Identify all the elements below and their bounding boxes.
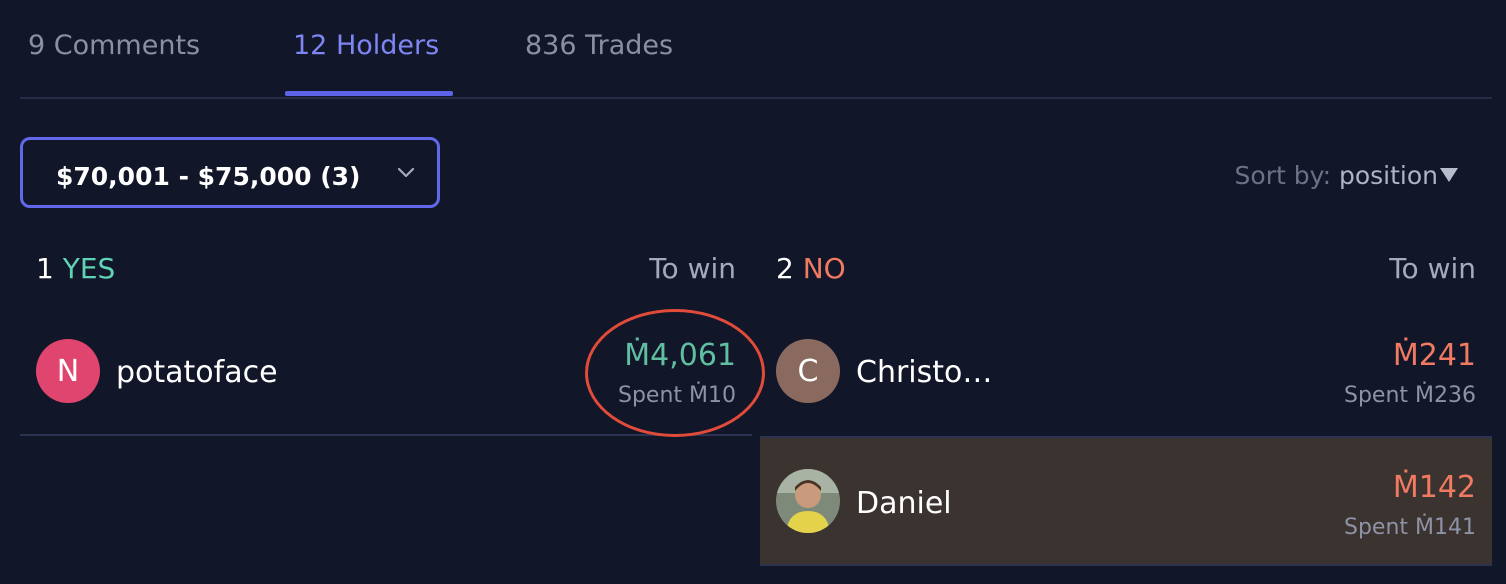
photo-avatar[interactable] — [776, 469, 840, 533]
spent-amount: Spent Ṁ236 — [1344, 383, 1476, 408]
tab-holders[interactable]: 12 Holders — [293, 30, 439, 61]
range-filter-value: $70,001 - $75,000 (3) — [56, 162, 361, 191]
no-count: 2 — [776, 252, 794, 285]
sort-value: position — [1338, 161, 1438, 190]
tab-bar: 9 Comments 12 Holders 836 Trades — [20, 0, 1492, 99]
tab-trades[interactable]: 836 Trades — [525, 30, 673, 61]
person-photo-icon — [776, 469, 840, 533]
yes-to-win-header: To win — [649, 252, 736, 285]
holder-name[interactable]: Daniel — [856, 486, 952, 521]
holder-name[interactable]: Christo… — [856, 355, 992, 390]
caret-down-icon[interactable] — [1440, 168, 1458, 182]
to-win-amount: Ṁ4,061 — [624, 338, 736, 373]
holder-row[interactable]: N potatoface Ṁ4,061 Spent Ṁ10 — [20, 310, 752, 436]
spent-amount: Spent Ṁ10 — [617, 383, 736, 408]
chevron-down-icon — [397, 167, 415, 178]
avatar[interactable]: N — [36, 339, 100, 403]
yes-column-header: 1 YES — [36, 252, 115, 285]
spent-amount: Spent Ṁ141 — [1344, 515, 1476, 540]
to-win-amount: Ṁ142 — [1392, 470, 1476, 505]
no-to-win-header: To win — [1389, 252, 1476, 285]
holder-row-highlighted[interactable]: Daniel Ṁ142 Spent Ṁ141 — [760, 436, 1492, 566]
to-win-amount: Ṁ241 — [1392, 338, 1476, 373]
tab-comments[interactable]: 9 Comments — [28, 30, 200, 61]
avatar[interactable]: C — [776, 339, 840, 403]
holder-name[interactable]: potatoface — [116, 355, 278, 390]
sort-control[interactable]: Sort by: position — [1235, 161, 1438, 190]
yes-label: YES — [62, 252, 116, 285]
sort-prefix: Sort by: — [1234, 161, 1332, 190]
yes-count: 1 — [36, 252, 54, 285]
active-tab-indicator — [285, 91, 453, 96]
no-label: NO — [802, 252, 846, 285]
range-filter-dropdown[interactable]: $70,001 - $75,000 (3) — [20, 137, 440, 208]
no-column-header: 2 NO — [776, 252, 846, 285]
holder-row[interactable]: C Christo… Ṁ241 Spent Ṁ236 — [760, 310, 1492, 436]
